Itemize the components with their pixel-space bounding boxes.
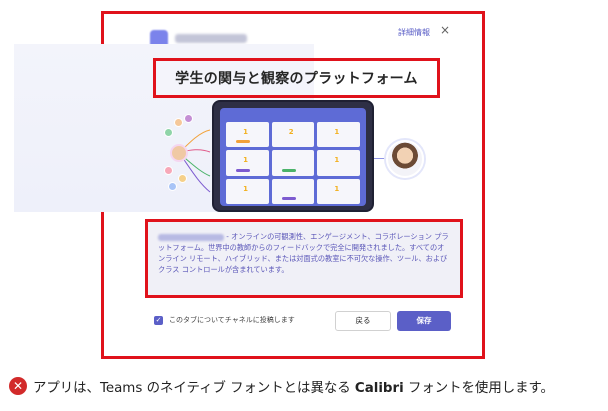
student-avatar <box>168 182 177 191</box>
students-mindmap-illustration <box>160 112 212 202</box>
card-number: 1 <box>334 184 340 193</box>
student-card: 1 <box>226 178 269 204</box>
student-card: 1 <box>226 150 269 176</box>
highlight-box-description: - オンラインの可観測性、エンゲージメント、コラボレーション プラットフォーム。… <box>145 219 463 298</box>
app-name-blurred <box>158 233 224 241</box>
card-number: 1 <box>334 156 340 165</box>
student-card: 1 <box>317 122 360 148</box>
app-description: - オンラインの可観測性、エンゲージメント、コラボレーション プラットフォーム。… <box>158 231 450 275</box>
caption-text: アプリは、Teams のネイティブ フォントとは異なる Calibri フォント… <box>33 376 554 396</box>
student-avatar <box>164 128 173 137</box>
caption-text-after: フォントを使用します。 <box>403 381 554 396</box>
card-number: 1 <box>243 184 248 193</box>
dialog-footer: ✓ このタブについてチャネルに投稿します 戻る 保存 <box>152 310 452 332</box>
student-avatar <box>178 174 187 183</box>
screen-header-bar <box>220 108 366 118</box>
save-button[interactable]: 保存 <box>397 311 451 331</box>
student-card: 1 <box>226 122 269 148</box>
student-card-grid: 1 2 1 1 1 1 1 <box>226 122 360 204</box>
caption-text-before: アプリは、Teams のネイティブ フォントとは異なる <box>33 381 355 396</box>
card-tag <box>281 197 296 200</box>
post-to-channel-label: このタブについてチャネルに投稿します <box>169 316 295 324</box>
card-tag <box>236 168 250 172</box>
card-number: 2 <box>288 128 294 136</box>
close-icon[interactable]: × <box>440 23 450 37</box>
back-button[interactable]: 戻る <box>335 311 391 331</box>
teacher-avatar <box>386 140 424 178</box>
student-card: 2 <box>271 122 315 148</box>
card-tag <box>281 168 296 172</box>
student-card: 1 <box>317 178 360 204</box>
caption: ✕ アプリは、Teams のネイティブ フォントとは異なる Calibri フォ… <box>9 376 608 396</box>
laptop-screen: 1 2 1 1 1 1 1 <box>220 108 366 206</box>
student-card <box>271 150 315 176</box>
student-card: 1 <box>317 150 360 176</box>
card-number: 1 <box>243 128 248 136</box>
hero-title: 学生の関与と観察のプラットフォーム <box>175 71 418 87</box>
app-name-blurred <box>175 34 247 43</box>
student-avatar <box>164 166 173 175</box>
card-number: 1 <box>243 156 248 165</box>
student-card <box>271 178 315 204</box>
student-avatar-main <box>170 144 188 162</box>
student-avatar <box>174 118 183 127</box>
error-x-icon: ✕ <box>9 377 27 395</box>
details-link[interactable]: 詳細情報 <box>398 27 430 38</box>
card-tag <box>236 140 250 144</box>
card-number: 1 <box>334 128 340 136</box>
caption-font-name: Calibri <box>354 381 404 396</box>
student-avatar <box>184 114 193 123</box>
post-to-channel-checkbox[interactable]: ✓ <box>154 316 163 325</box>
highlight-box-title: 学生の関与と観察のプラットフォーム <box>153 58 440 98</box>
laptop-illustration: 1 2 1 1 1 1 1 <box>212 100 374 212</box>
